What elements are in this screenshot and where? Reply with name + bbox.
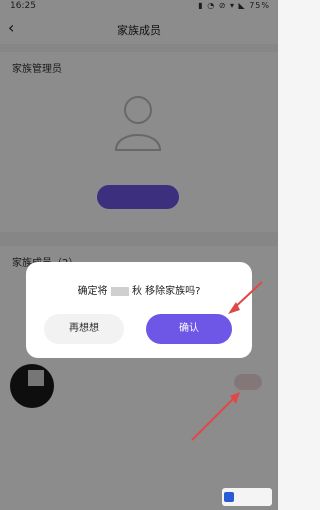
modal-overlay[interactable] (0, 0, 278, 510)
dialog-message: 确定将 秋 移除家族吗? (26, 282, 252, 297)
cancel-button[interactable]: 再想想 (44, 314, 124, 344)
watermark (222, 488, 272, 506)
redacted-name (110, 286, 129, 296)
watermark-logo-icon (224, 492, 234, 502)
dialog-message-after: 秋 移除家族吗? (131, 286, 201, 297)
confirm-dialog: 确定将 秋 移除家族吗? 再想想 确认 (26, 262, 252, 358)
confirm-button[interactable]: 确认 (146, 314, 232, 344)
dialog-message-before: 确定将 (77, 286, 108, 297)
